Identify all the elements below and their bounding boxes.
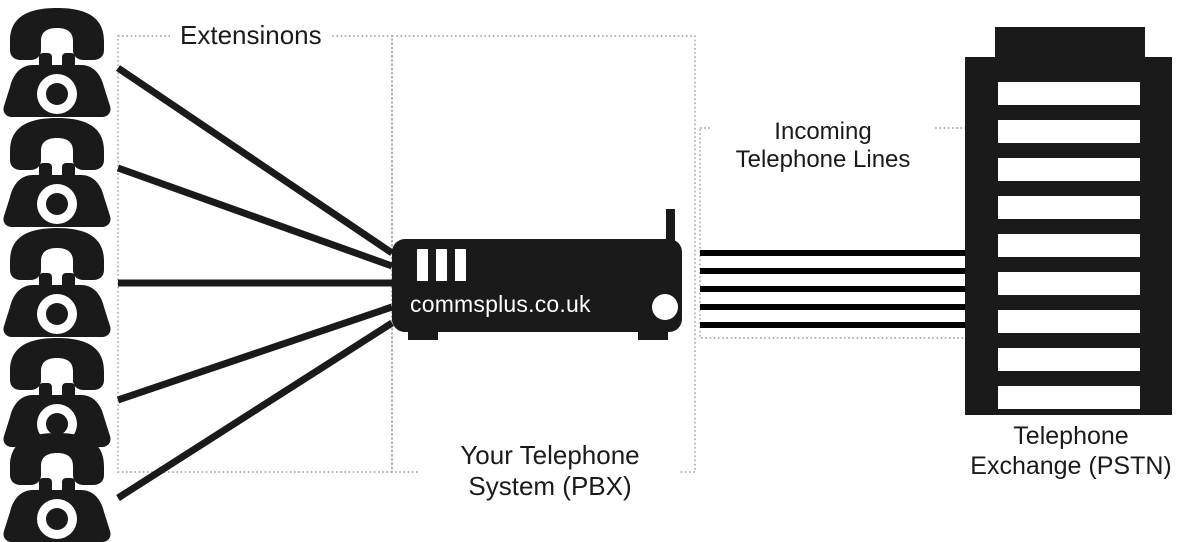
building-window-row [998,348,1140,371]
building-windows [998,82,1140,409]
phone-extension-2 [3,118,111,227]
diagram-canvas: Extensinons Incoming Telephone Lines You… [0,0,1200,542]
building-window-row [998,196,1140,219]
building-window-row [998,158,1140,181]
building-window-row [998,310,1140,333]
phone-extension-4 [3,338,111,447]
pbx-indicator-1 [417,249,428,281]
phone-extension-3 [3,228,111,337]
extension-line-1 [116,65,394,256]
extension-connection-lines [116,65,394,501]
building-window-row [998,386,1140,409]
incoming-telephone-lines [700,250,966,328]
group-label-incoming-lines: Incoming Telephone Lines [712,118,934,175]
building-window-row [998,272,1140,295]
group-label-exchange: Telephone Exchange (PSTN) [970,422,1172,480]
pbx-power-light [652,294,678,320]
extension-line-2 [116,164,394,270]
phone-extension-1 [3,8,111,117]
extension-line-4 [116,303,394,404]
group-label-extensions: Extensinons [170,20,330,51]
phone-extension-5 [3,433,111,542]
group-label-pbx: Your Telephone System (PBX) [420,440,680,502]
pbx-indicator-3 [455,249,466,281]
pbx-brand-text: commsplus.co.uk [410,291,591,317]
pbx-body [392,239,682,332]
building-window-row [998,234,1140,257]
extension-line-5 [116,320,394,501]
pbx-device-icon [392,209,682,340]
pbx-indicator-2 [436,249,447,281]
building-penthouse [995,27,1145,59]
building-window-row [998,82,1140,105]
building-window-row [998,120,1140,143]
exchange-building-icon [965,27,1172,415]
